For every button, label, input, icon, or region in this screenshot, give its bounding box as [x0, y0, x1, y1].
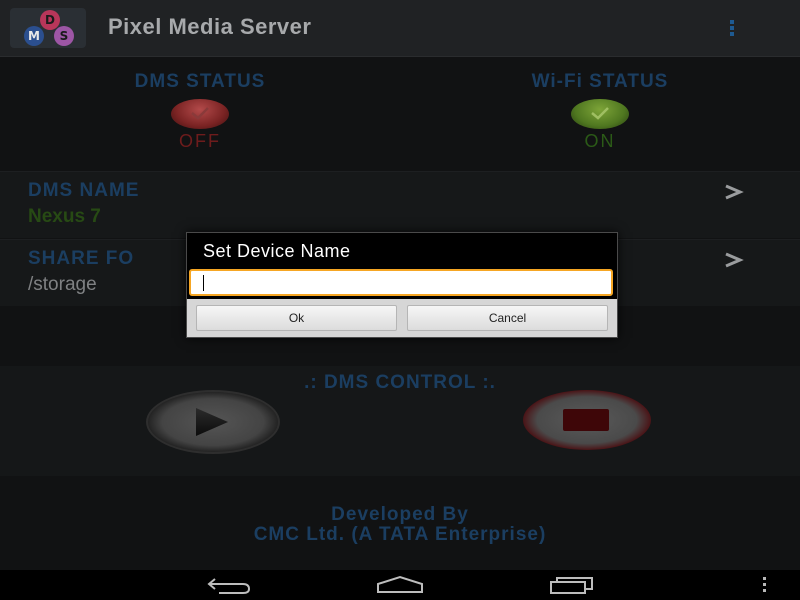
ok-button[interactable]: Ok	[196, 305, 397, 331]
back-icon[interactable]	[205, 575, 253, 595]
wifi-status-title: Wi-Fi STATUS	[531, 71, 669, 92]
dms-status: DMS STATUS OFF	[50, 71, 350, 152]
app-screen: D M S Pixel Media Server DMS STATUS OFF …	[0, 0, 800, 600]
dms-control-panel: .: DMS CONTROL :.	[0, 366, 800, 476]
footer: Developed By CMC Ltd. (A TATA Enterprise…	[0, 478, 800, 570]
check-icon	[191, 107, 209, 120]
dialog-button-bar: Ok Cancel	[187, 299, 617, 337]
chevron-right-icon	[725, 184, 744, 200]
dialog-title: Set Device Name	[203, 241, 351, 261]
stop-button[interactable]	[523, 390, 651, 450]
menu-dot	[730, 32, 734, 36]
dms-name-label: DMS NAME	[28, 180, 140, 201]
menu-dot	[730, 26, 734, 30]
play-icon	[196, 408, 228, 436]
overflow-menu-icon[interactable]	[722, 16, 742, 40]
share-folder-value: /storage	[28, 274, 97, 295]
menu-dot	[763, 577, 766, 580]
play-button[interactable]	[146, 390, 280, 454]
app-title: Pixel Media Server	[108, 14, 312, 39]
logo-letter-m: M	[24, 26, 44, 46]
home-icon[interactable]	[375, 575, 425, 595]
status-panel: DMS STATUS OFF Wi-Fi STATUS ON	[0, 57, 800, 170]
overflow-menu-icon[interactable]	[760, 577, 770, 593]
set-device-name-dialog: Set Device Name Ok Cancel	[186, 232, 618, 338]
device-name-input[interactable]	[189, 269, 613, 296]
menu-dot	[763, 583, 766, 586]
menu-dot	[763, 589, 766, 592]
logo-letter-s: S	[54, 26, 74, 46]
developer-name: CMC Ltd. (A TATA Enterprise)	[253, 524, 547, 545]
dms-control-title: .: DMS CONTROL :.	[304, 372, 496, 393]
wifi-status-value: ON	[584, 131, 616, 151]
cancel-button[interactable]: Cancel	[407, 305, 608, 331]
recent-apps-icon[interactable]	[548, 575, 596, 595]
dms-name-setting[interactable]: DMS NAME Nexus 7	[0, 171, 800, 238]
wifi-status: Wi-Fi STATUS ON	[450, 71, 750, 152]
dms-status-indicator-icon	[171, 99, 229, 129]
wifi-status-indicator-icon	[571, 99, 629, 129]
share-folder-label: SHARE FO	[28, 248, 135, 269]
dms-status-title: DMS STATUS	[134, 71, 266, 92]
action-bar: D M S Pixel Media Server	[0, 0, 800, 57]
text-cursor	[203, 275, 204, 291]
dms-status-value: OFF	[179, 131, 221, 151]
chevron-right-icon	[725, 252, 744, 268]
menu-dot	[730, 20, 734, 24]
check-icon	[591, 107, 609, 120]
stop-icon	[563, 409, 609, 431]
system-navigation-bar	[0, 570, 800, 600]
app-logo: D M S	[10, 8, 86, 48]
dms-name-value: Nexus 7	[28, 206, 101, 227]
developer-label: Developed By	[331, 504, 469, 525]
